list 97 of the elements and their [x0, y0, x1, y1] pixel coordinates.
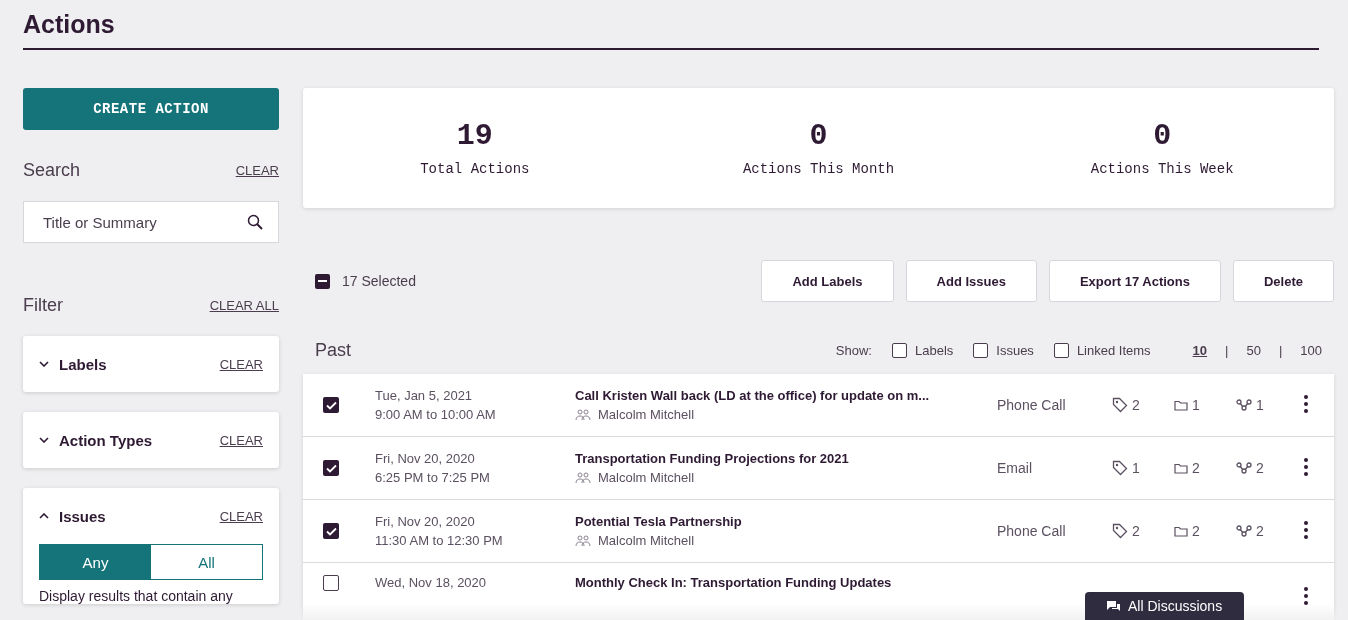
filter-section-title[interactable]: Action Types — [59, 431, 210, 449]
stat-value: 0 — [1153, 119, 1172, 153]
action-type: Email — [997, 460, 1033, 476]
select-all-checkbox[interactable] — [315, 273, 330, 289]
clear-link[interactable]: CLEAR — [219, 508, 263, 524]
linked-count: 2 — [1256, 460, 1264, 476]
tag-icon — [1112, 397, 1128, 413]
stat-label: Actions This Month — [742, 161, 895, 177]
linked-count: 2 — [1256, 523, 1264, 539]
vertical-dots-icon — [1304, 457, 1308, 476]
action-date: Tue, Jan 5, 2021 — [375, 388, 474, 403]
filter-section-title[interactable]: Labels — [59, 355, 210, 373]
chevron-down-icon — [39, 437, 49, 443]
label-count: 2 — [1132, 397, 1140, 413]
search-heading: Search — [23, 160, 81, 181]
link-nodes-icon — [1236, 462, 1252, 474]
action-owner: Malcolm Mitchell — [598, 407, 695, 422]
bulk-action-button[interactable]: Add Issues — [905, 260, 1037, 302]
stat-value: 0 — [809, 119, 828, 153]
filter-section-title[interactable]: Issues — [59, 507, 210, 525]
page-size-link[interactable]: 100 — [1300, 342, 1322, 358]
vertical-dots-icon — [1304, 394, 1308, 413]
stat-value: 19 — [456, 119, 493, 153]
show-option[interactable]: Linked Items — [1053, 342, 1151, 358]
row-checkbox[interactable] — [323, 460, 339, 476]
action-title[interactable]: Transportation Funding Projections for 2021 — [575, 451, 975, 466]
bulk-action-button[interactable]: Add Labels — [761, 260, 894, 302]
action-row[interactable]: Tue, Jan 5, 2021 9:00 AM to 10:00 AM Call Kristen Wall back (LD at the office) for update on m... Malcolm Mitchell Phone Call 2 1 1 — [303, 374, 1334, 437]
action-title[interactable]: Potential Tesla Partnership — [575, 514, 975, 529]
link-nodes-icon — [1236, 525, 1252, 537]
checkbox[interactable] — [1053, 342, 1069, 358]
selected-count: 17 Selected — [342, 273, 417, 289]
stat-label: Total Actions — [420, 161, 530, 177]
vertical-dots-icon — [1304, 587, 1308, 605]
section-title: Past — [315, 339, 353, 361]
search-field[interactable]: Title or Summary — [23, 201, 279, 243]
chat-icon — [1107, 600, 1120, 612]
bulk-action-button[interactable]: Delete — [1232, 260, 1334, 302]
bulk-action-button[interactable]: Export 17 Actions — [1048, 260, 1221, 302]
action-time: 6:25 PM to 7:25 PM — [375, 470, 491, 485]
people-icon — [575, 534, 592, 547]
tag-icon — [1112, 460, 1128, 476]
checkbox[interactable] — [892, 342, 907, 358]
action-time: 11:30 AM to 12:30 PM — [375, 533, 504, 548]
issue-count: 1 — [1192, 397, 1200, 413]
clear-link[interactable]: CLEAR — [235, 163, 279, 178]
action-date: Wed, Nov 18, 2020 — [375, 575, 488, 590]
link-nodes-icon — [1236, 399, 1252, 411]
action-title[interactable]: Call Kristen Wall back (LD at the office) for update on m... — [575, 388, 975, 403]
action-type: Phone Call — [997, 397, 1067, 413]
action-time: 9:00 AM to 10:00 AM — [375, 407, 497, 422]
action-row[interactable]: Fri, Nov 20, 2020 6:25 PM to 7:25 PM Transportation Funding Projections for 2021 Malcolm Mitchell Email 1 2 2 — [303, 437, 1334, 500]
minus-icon — [318, 280, 327, 282]
folder-icon — [1174, 462, 1188, 474]
action-title[interactable]: Monthly Check In: Transportation Funding Updates — [575, 575, 975, 590]
action-owner: Malcolm Mitchell — [598, 533, 695, 548]
match-toggle[interactable]: Any — [40, 545, 151, 579]
row-checkbox[interactable] — [323, 523, 339, 539]
people-icon — [575, 471, 592, 484]
create-action-button[interactable]: CREATE ACTION — [23, 88, 279, 130]
filter-heading: Filter — [23, 295, 63, 316]
show-option[interactable]: Issues — [973, 342, 1034, 358]
issue-count: 2 — [1192, 460, 1200, 476]
checkbox[interactable] — [973, 342, 989, 358]
action-date: Fri, Nov 20, 2020 — [375, 451, 476, 466]
page-size-link[interactable]: 10 — [1192, 342, 1208, 358]
label-count: 2 — [1132, 523, 1140, 539]
tag-icon — [1112, 523, 1128, 539]
label-count: 1 — [1132, 460, 1140, 476]
show-option[interactable]: Labels — [892, 342, 954, 358]
separator: | — [1225, 342, 1229, 358]
folder-icon — [1174, 525, 1188, 537]
chevron-down-icon — [39, 361, 49, 367]
folder-icon — [1174, 399, 1188, 411]
separator: | — [1278, 342, 1283, 358]
clear-link[interactable]: CLEAR — [219, 356, 263, 372]
linked-count: 1 — [1256, 397, 1264, 413]
search-input[interactable]: Title or Summary — [41, 212, 247, 232]
action-type: Phone Call — [997, 523, 1067, 539]
action-owner: Malcolm Mitchell — [598, 470, 695, 485]
clear-all-link[interactable]: CLEAR ALL — [209, 298, 279, 313]
vertical-dots-icon — [1304, 520, 1308, 539]
row-checkbox[interactable] — [323, 397, 339, 413]
action-date: Fri, Nov 20, 2020 — [375, 514, 476, 529]
issue-count: 2 — [1192, 523, 1200, 539]
action-row[interactable]: Fri, Nov 20, 2020 11:30 AM to 12:30 PM Potential Tesla Partnership Malcolm Mitchell Phone Call 2 2 2 — [303, 500, 1334, 563]
page-title: Actions — [23, 9, 115, 40]
row-checkbox[interactable] — [323, 575, 339, 591]
filter-description: Display results that contain any — [39, 588, 234, 604]
stat-label: Actions This Week — [1090, 161, 1234, 177]
page-size-link[interactable]: 50 — [1246, 342, 1261, 358]
people-icon — [575, 408, 592, 421]
chevron-up-icon — [39, 513, 49, 519]
clear-link[interactable]: CLEAR — [219, 432, 263, 448]
search-icon — [247, 213, 264, 231]
all-discussions-button[interactable]: All Discussions — [1085, 592, 1245, 620]
show-label: Show: — [835, 342, 872, 358]
